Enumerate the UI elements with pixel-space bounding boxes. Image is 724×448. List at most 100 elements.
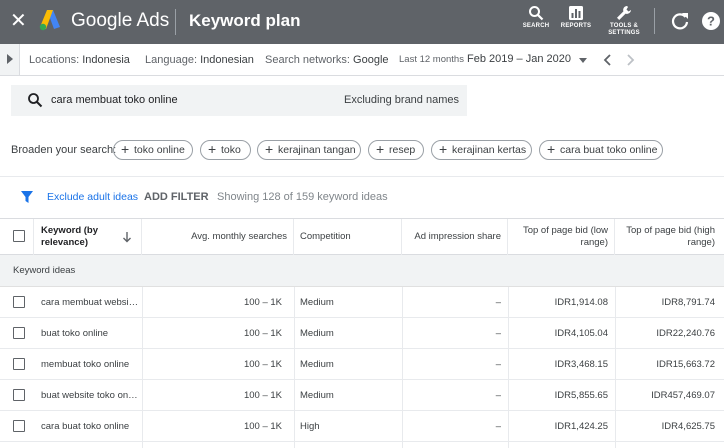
header-competition[interactable]: Competition xyxy=(294,219,402,255)
plus-icon: + xyxy=(121,141,130,157)
close-icon[interactable]: ✕ xyxy=(10,9,30,33)
header-competition-label: Competition xyxy=(300,231,351,242)
chip-label: kerajinan tangan xyxy=(278,144,356,156)
expand-panel-toggle[interactable] xyxy=(0,44,20,75)
header-bid-high-line2: range) xyxy=(687,237,715,248)
header-keyword[interactable]: Keyword (by relevance) xyxy=(34,219,142,255)
locations-filter[interactable]: Locations: Indonesia xyxy=(29,53,130,67)
cell-bid-high: IDR8,791.74 xyxy=(661,297,715,308)
table-row[interactable]: cara membuat websi… 100 – 1K Medium – ID… xyxy=(0,287,724,318)
header-bid-low-line2: range) xyxy=(580,237,608,248)
language-key: Language: xyxy=(145,54,197,66)
cell-keyword[interactable]: cara membuat websi… xyxy=(41,287,139,318)
cell-bid-low: IDR3,468.15 xyxy=(554,359,608,370)
cell-keyword[interactable]: cara buat toko online xyxy=(41,411,139,442)
locations-value: Indonesia xyxy=(82,54,130,66)
cell-searches: 100 – 1K xyxy=(243,328,282,339)
section-label: Keyword ideas xyxy=(13,265,76,276)
top-bar: ✕ Google Ads Keyword plan SEARCH REPORTS… xyxy=(0,0,724,44)
broaden-label: Broaden your search: xyxy=(11,144,117,156)
row-checkbox[interactable] xyxy=(13,296,25,308)
date-preset-label: Last 12 months xyxy=(399,54,464,65)
table-row[interactable]: cara buat toko online 100 – 1K High – ID… xyxy=(0,411,724,442)
language-filter[interactable]: Language: Indonesian xyxy=(145,53,254,67)
header-searches[interactable]: Avg. monthly searches xyxy=(142,219,294,255)
wrench-icon xyxy=(617,6,631,20)
table-row[interactable]: membuat toko online 100 – 1K Medium – ID… xyxy=(0,349,724,380)
plus-icon: + xyxy=(208,141,217,157)
table-header: Keyword (by relevance) Avg. monthly sear… xyxy=(0,218,724,255)
plus-icon: + xyxy=(439,141,448,157)
broaden-chip[interactable]: + kerajinan tangan xyxy=(257,140,361,160)
cell-bid-low: IDR1,914.08 xyxy=(554,297,608,308)
row-checkbox[interactable] xyxy=(13,358,25,370)
tools-label-line2: SETTINGS xyxy=(608,30,640,36)
keyword-search-box[interactable]: cara membuat toko online Excluding brand… xyxy=(11,85,467,116)
chip-label: kerajinan kertas xyxy=(452,144,527,156)
cell-keyword[interactable]: buat website toko onl… xyxy=(41,380,139,411)
reports-icon xyxy=(569,6,583,20)
exclude-adult-ideas[interactable]: Exclude adult ideas xyxy=(47,191,138,203)
cell-bid-low: IDR4,105.04 xyxy=(554,328,608,339)
cell-searches: 100 – 1K xyxy=(243,297,282,308)
add-filter-button[interactable]: ADD FILTER xyxy=(144,191,209,203)
search-button[interactable]: SEARCH xyxy=(522,5,550,30)
search-query[interactable]: cara membuat toko online xyxy=(51,94,178,106)
broaden-chip[interactable]: + toko xyxy=(200,140,251,160)
chip-label: resep xyxy=(389,144,416,156)
chevron-left-icon[interactable] xyxy=(601,53,615,67)
row-checkbox[interactable] xyxy=(13,420,25,432)
search-label: SEARCH xyxy=(522,23,550,29)
refresh-icon[interactable] xyxy=(669,10,691,32)
select-all-cell xyxy=(0,219,34,255)
reports-button[interactable]: REPORTS xyxy=(560,5,592,30)
results-count: Showing 128 of 159 keyword ideas xyxy=(217,191,388,203)
networks-value: Google xyxy=(353,54,389,66)
plus-icon: + xyxy=(376,141,385,157)
header-bid-high[interactable]: Top of page bid (high range) xyxy=(615,219,724,255)
cell-keyword[interactable]: buat toko online xyxy=(41,318,139,349)
cell-searches: 100 – 1K xyxy=(243,359,282,370)
cell-impression: – xyxy=(495,359,501,370)
header-bid-low-line1: Top of page bid (low xyxy=(522,225,608,236)
search-icon xyxy=(28,93,43,108)
table-row[interactable]: buat website toko onl… 100 – 1K Medium –… xyxy=(0,380,724,411)
filter-bar: Locations: Indonesia Language: Indonesia… xyxy=(0,44,724,76)
toolbar-divider xyxy=(654,8,655,34)
filter-icon[interactable] xyxy=(20,190,34,204)
header-impression-label: Ad impression share xyxy=(414,231,501,242)
table-row[interactable]: buat toko online 100 – 1K Medium – IDR4,… xyxy=(0,318,724,349)
plus-icon: + xyxy=(265,141,274,157)
cell-bid-low: IDR5,855.65 xyxy=(554,390,608,401)
broaden-chip[interactable]: + resep xyxy=(368,140,424,160)
cell-searches: 100 – 1K xyxy=(243,390,282,401)
app-name: Google Ads xyxy=(71,10,170,31)
exclude-brand-names[interactable]: Excluding brand names xyxy=(344,94,459,106)
header-impression-share[interactable]: Ad impression share xyxy=(402,219,508,255)
header-bid-low[interactable]: Top of page bid (low range) xyxy=(508,219,615,255)
networks-filter[interactable]: Search networks: Google xyxy=(265,53,389,67)
chevron-right-icon[interactable] xyxy=(623,53,637,67)
broaden-chip[interactable]: + kerajinan kertas xyxy=(431,140,532,160)
row-checkbox[interactable] xyxy=(13,389,25,401)
cell-competition: High xyxy=(300,421,320,432)
header-bid-high-line1: Top of page bid (high xyxy=(626,225,715,236)
broaden-chip[interactable]: + toko online xyxy=(113,140,193,160)
chip-label: toko xyxy=(221,144,241,156)
date-range-selector[interactable]: Feb 2019 – Jan 2020 xyxy=(467,53,571,65)
page-title: Keyword plan xyxy=(189,11,301,30)
tools-label-line1: TOOLS & xyxy=(610,23,638,29)
cell-bid-high: IDR4,625.75 xyxy=(661,421,715,432)
sort-arrow-down-icon[interactable] xyxy=(122,232,132,243)
svg-text:?: ? xyxy=(707,14,715,29)
broaden-chip[interactable]: + cara buat toko online xyxy=(539,140,663,160)
chevron-down-icon[interactable] xyxy=(579,58,587,63)
cell-competition: Medium xyxy=(300,390,334,401)
help-icon[interactable]: ? xyxy=(700,10,722,32)
tools-settings-button[interactable]: TOOLS & SETTINGS xyxy=(604,5,644,37)
section-keyword-ideas: Keyword ideas xyxy=(0,255,724,287)
select-all-checkbox[interactable] xyxy=(13,230,25,242)
cell-keyword[interactable]: membuat toko online xyxy=(41,349,139,380)
cell-searches: 100 – 1K xyxy=(243,421,282,432)
row-checkbox[interactable] xyxy=(13,327,25,339)
